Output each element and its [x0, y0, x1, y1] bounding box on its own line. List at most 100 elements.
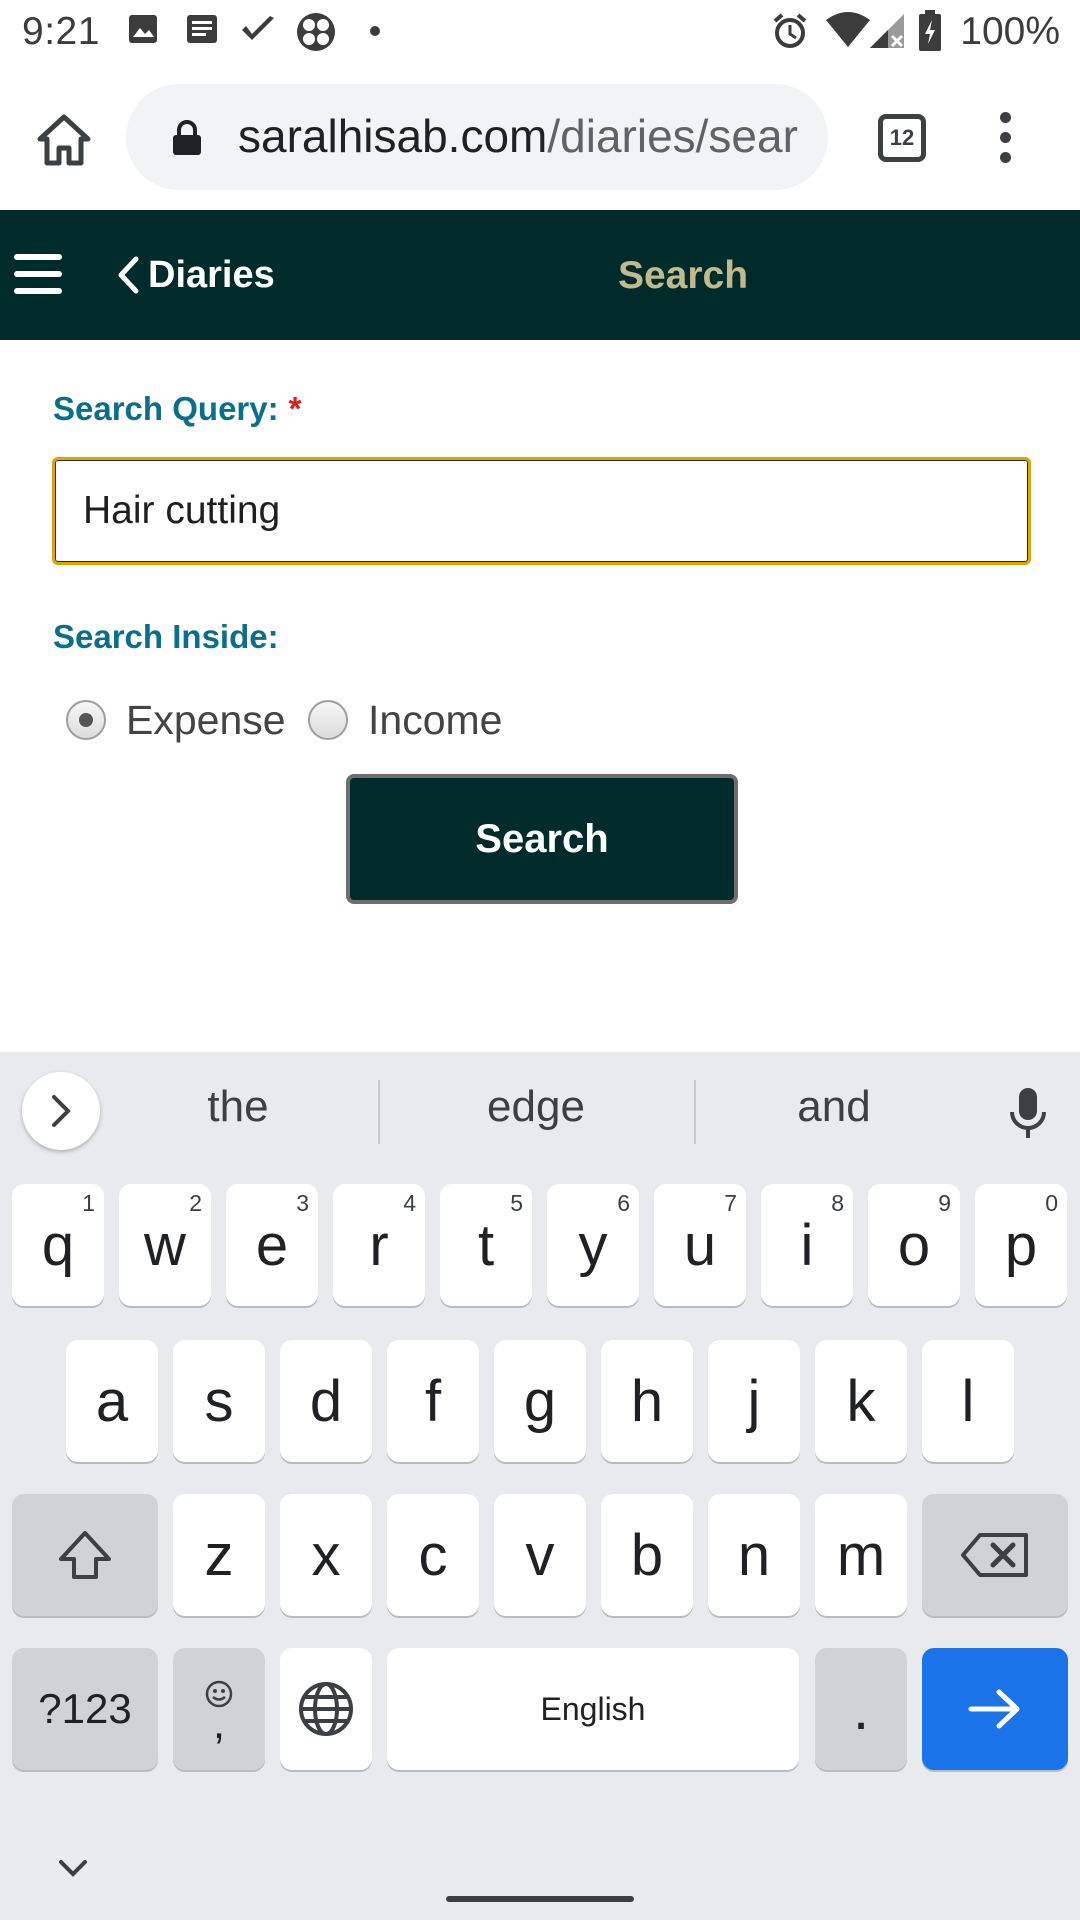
- key-label: i: [800, 1212, 814, 1278]
- radio-option-income[interactable]: Income: [308, 690, 502, 750]
- suggestion-strip: the edge and: [0, 1052, 1080, 1168]
- expand-toolbar-button[interactable]: [22, 1072, 100, 1150]
- key-hint: 0: [1045, 1190, 1058, 1216]
- suggestion-divider: [378, 1080, 380, 1144]
- key-f[interactable]: f: [387, 1340, 479, 1462]
- key-l[interactable]: l: [922, 1340, 1014, 1462]
- key-u[interactable]: u7: [654, 1184, 746, 1306]
- search-query-label-text: Search Query:: [53, 390, 279, 427]
- key-h[interactable]: h: [601, 1340, 693, 1462]
- alarm-icon: [773, 13, 807, 48]
- shift-key[interactable]: [12, 1494, 158, 1616]
- required-mark: *: [288, 390, 302, 427]
- key-j[interactable]: j: [708, 1340, 800, 1462]
- backspace-key[interactable]: [922, 1494, 1068, 1616]
- key-hint: 5: [510, 1190, 523, 1216]
- key-o[interactable]: o9: [868, 1184, 960, 1306]
- back-link-label: Diaries: [148, 253, 275, 296]
- page-title: Search: [617, 254, 749, 297]
- photo-icon: [129, 15, 157, 43]
- more-menu-icon[interactable]: [990, 112, 1020, 168]
- battery-icon: [919, 10, 941, 51]
- signal-icon: [870, 14, 904, 48]
- lock-icon: [173, 120, 201, 155]
- battery-percent: 100%: [960, 10, 1060, 53]
- key-i[interactable]: i8: [761, 1184, 853, 1306]
- back-to-diaries-link[interactable]: Diaries: [116, 250, 275, 300]
- key-b[interactable]: b: [601, 1494, 693, 1616]
- space-key[interactable]: English: [387, 1648, 799, 1770]
- hamburger-menu-icon[interactable]: [14, 254, 62, 294]
- comma-label: ,: [212, 1699, 226, 1748]
- key-hint: 9: [938, 1190, 951, 1216]
- key-hint: 7: [724, 1190, 737, 1216]
- suggestion-item[interactable]: and: [756, 1082, 912, 1132]
- key-hint: 4: [403, 1190, 416, 1216]
- key-d[interactable]: d: [280, 1340, 372, 1462]
- key-label: p: [1004, 1212, 1038, 1278]
- key-x[interactable]: x: [280, 1494, 372, 1616]
- status-bar: 9:21 100%: [0, 0, 1080, 64]
- suggestion-divider: [694, 1080, 696, 1144]
- key-r[interactable]: r4: [333, 1184, 425, 1306]
- hide-keyboard-icon[interactable]: [58, 1858, 88, 1878]
- key-n[interactable]: n: [708, 1494, 800, 1616]
- key-label: r: [369, 1212, 389, 1278]
- shift-icon: [59, 1531, 111, 1579]
- key-e[interactable]: e3: [226, 1184, 318, 1306]
- chevron-right-icon: [52, 1095, 71, 1127]
- expense-radio[interactable]: [66, 700, 106, 740]
- address-bar[interactable]: saralhisab.com/diaries/search: [126, 84, 828, 190]
- key-z[interactable]: z: [173, 1494, 265, 1616]
- key-c[interactable]: c: [387, 1494, 479, 1616]
- browser-toolbar: saralhisab.com/diaries/search 12: [0, 64, 1080, 210]
- key-p[interactable]: p0: [975, 1184, 1067, 1306]
- income-radio[interactable]: [308, 700, 348, 740]
- radio-option-expense[interactable]: Expense: [66, 690, 286, 750]
- key-label: e: [255, 1212, 289, 1278]
- key-label: y: [578, 1212, 608, 1278]
- key-k[interactable]: k: [815, 1340, 907, 1462]
- fan-icon: [297, 13, 335, 51]
- suggestion-item[interactable]: the: [160, 1082, 316, 1132]
- key-t[interactable]: t5: [440, 1184, 532, 1306]
- key-a[interactable]: a: [66, 1340, 158, 1462]
- suggestion-item[interactable]: edge: [440, 1082, 632, 1132]
- key-w[interactable]: w2: [119, 1184, 211, 1306]
- search-query-label: Search Query: *: [53, 390, 301, 428]
- enter-key[interactable]: [922, 1648, 1068, 1770]
- check-icon: [242, 16, 274, 40]
- expense-radio-label: Expense: [126, 696, 286, 743]
- key-m[interactable]: m: [815, 1494, 907, 1616]
- key-v[interactable]: v: [494, 1494, 586, 1616]
- key-label: q: [41, 1212, 75, 1278]
- search-inside-label: Search Inside:: [53, 618, 279, 655]
- tab-switcher-button[interactable]: 12: [878, 114, 926, 162]
- symbols-key[interactable]: ?123: [12, 1648, 158, 1770]
- key-y[interactable]: y6: [547, 1184, 639, 1306]
- microphone-icon[interactable]: [1008, 1086, 1048, 1142]
- emoji-comma-key[interactable]: ,: [173, 1648, 265, 1770]
- key-q[interactable]: q1: [12, 1184, 104, 1306]
- key-label: w: [144, 1212, 186, 1278]
- key-g[interactable]: g: [494, 1340, 586, 1462]
- site-navbar: Diaries Search: [0, 210, 1080, 340]
- period-key[interactable]: .: [815, 1648, 907, 1770]
- soft-keyboard: the edge and q1 w2 e3 r4 t5 y6 u7 i8 o9 …: [0, 1052, 1080, 1920]
- arrow-right-icon: [968, 1689, 1020, 1729]
- home-icon[interactable]: [36, 112, 92, 168]
- key-hint: 3: [296, 1190, 309, 1216]
- language-key[interactable]: [280, 1648, 372, 1770]
- globe-icon: [299, 1682, 353, 1736]
- income-radio-label: Income: [368, 696, 503, 743]
- wifi-icon: [826, 12, 870, 47]
- search-query-input[interactable]: [52, 457, 1031, 565]
- key-label: t: [477, 1212, 495, 1278]
- url-host: saralhisab.com: [238, 110, 548, 162]
- key-label: u: [683, 1212, 717, 1278]
- key-s[interactable]: s: [173, 1340, 265, 1462]
- search-button[interactable]: Search: [346, 774, 738, 904]
- url-path: /diaries/search: [547, 110, 798, 162]
- url-text: saralhisab.com/diaries/search: [238, 109, 798, 163]
- gesture-nav-bar[interactable]: [446, 1896, 634, 1902]
